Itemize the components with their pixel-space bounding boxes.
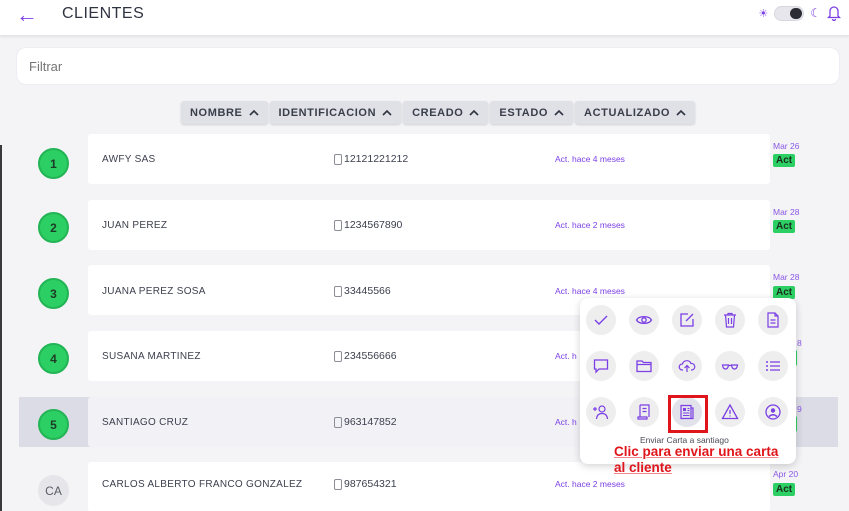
updated-text: Act. hace 4 meses	[555, 286, 625, 296]
id-card-icon	[334, 153, 342, 165]
updated-text: Act. h	[555, 417, 577, 427]
created-date: Mar 28	[773, 272, 800, 282]
sort-label: ACTUALIZADO	[584, 106, 671, 119]
page-title: CLIENTES	[62, 5, 145, 22]
edit-icon[interactable]	[672, 305, 702, 335]
annotation-line-2: al cliente	[614, 460, 672, 475]
client-name: AWFY SAS	[102, 154, 156, 165]
id-card-icon	[334, 478, 342, 490]
status-badge: Act	[773, 220, 796, 233]
theme-toggle[interactable]	[774, 5, 805, 21]
moon-icon[interactable]: ☾	[810, 6, 821, 20]
sort-bar: NOMBRE IDENTIFICACION CREADO ESTADO ACTU…	[181, 101, 696, 124]
client-id: 963147852	[334, 416, 397, 428]
sort-actualizado-button[interactable]: ACTUALIZADO	[575, 101, 696, 124]
back-arrow-icon[interactable]: ←	[16, 2, 38, 28]
client-name: SUSANA MARTINEZ	[102, 351, 201, 362]
folder-icon[interactable]	[629, 351, 659, 381]
top-icons: ☀ ☾	[758, 4, 841, 22]
sort-label: IDENTIFICACION	[278, 106, 377, 119]
caret-up-icon	[248, 109, 259, 116]
sort-estado-button[interactable]: ESTADO	[490, 101, 574, 124]
status-badge: Act	[773, 483, 796, 496]
created-date: Mar 26	[773, 141, 800, 151]
warning-icon[interactable]	[715, 397, 745, 427]
updated-text: Act. hace 2 meses	[555, 479, 625, 489]
filter-box[interactable]	[16, 47, 840, 85]
cloud-upload-icon[interactable]	[672, 351, 702, 381]
client-name: SANTIAGO CRUZ	[102, 417, 189, 428]
sort-creado-button[interactable]: CREADO	[403, 101, 489, 124]
id-card-icon	[334, 285, 342, 297]
sun-icon[interactable]: ☀	[758, 7, 768, 20]
id-card-icon	[334, 416, 342, 428]
client-id-value: 963147852	[344, 416, 397, 428]
receipt-icon[interactable]	[629, 397, 659, 427]
created-date: 8	[797, 338, 802, 348]
updated-text: Act. h	[555, 351, 577, 361]
chat-icon[interactable]	[586, 351, 616, 381]
created-date: Mar 28	[773, 207, 800, 217]
created-date: 9	[797, 404, 802, 414]
client-name: JUANA PEREZ SOSA	[102, 286, 206, 297]
list-icon[interactable]	[758, 351, 788, 381]
status-badge: Act	[773, 154, 796, 167]
annotation-line-1: Clic para enviar una carta	[614, 444, 779, 459]
sort-label: ESTADO	[499, 106, 549, 119]
sort-identificacion-button[interactable]: IDENTIFICACION	[269, 101, 402, 124]
row-number-badge: 4	[38, 343, 69, 374]
client-id: 1234567890	[334, 219, 402, 231]
eye-icon[interactable]	[629, 305, 659, 335]
caret-up-icon	[382, 109, 392, 116]
client-id: 987654321	[334, 478, 397, 490]
client-name: JUAN PEREZ	[102, 220, 168, 231]
client-id-value: 1234567890	[344, 219, 403, 231]
client-id-value: 234556666	[344, 350, 397, 362]
row-number-badge: 2	[38, 212, 69, 243]
client-id-value: 12121221212	[344, 153, 409, 165]
id-card-icon	[334, 219, 342, 231]
trash-icon[interactable]	[715, 305, 745, 335]
avatar-initials: CA	[38, 475, 69, 506]
client-id-value: 987654321	[344, 478, 397, 490]
caret-up-icon	[676, 109, 686, 116]
row-number-badge: 3	[38, 278, 69, 309]
id-card-icon	[334, 350, 342, 362]
client-name: CARLOS ALBERTO FRANCO GONZALEZ	[102, 479, 303, 490]
client-id-value: 33445566	[344, 285, 391, 297]
user-circle-icon[interactable]	[758, 397, 788, 427]
table-row[interactable]	[88, 200, 770, 250]
add-user-icon[interactable]	[586, 397, 616, 427]
left-edge-line	[0, 145, 2, 511]
bell-icon[interactable]	[827, 4, 841, 22]
sort-label: CREADO	[412, 106, 464, 119]
glasses-icon[interactable]	[715, 351, 745, 381]
client-id: 234556666	[334, 350, 397, 362]
row-number-badge: 5	[38, 409, 69, 440]
client-id: 12121221212	[334, 153, 408, 165]
sort-nombre-button[interactable]: NOMBRE	[181, 101, 268, 124]
check-icon[interactable]	[586, 305, 616, 335]
client-id: 33445566	[334, 285, 391, 297]
highlight-box	[668, 395, 708, 433]
table-row[interactable]	[88, 134, 770, 184]
updated-text: Act. hace 4 meses	[555, 154, 625, 164]
sort-label: NOMBRE	[190, 106, 243, 119]
annotation-note: Clic para enviar una carta al cliente	[614, 444, 804, 476]
toggle-knob	[790, 7, 803, 19]
caret-up-icon	[554, 109, 564, 116]
document-icon[interactable]	[758, 305, 788, 335]
actions-popup: Enviar Carta a santiago	[580, 298, 796, 464]
updated-text: Act. hace 2 meses	[555, 220, 625, 230]
filter-input[interactable]	[29, 59, 827, 74]
caret-up-icon	[469, 109, 479, 116]
row-number-badge: 1	[38, 148, 69, 179]
top-bar: ← CLIENTES ☀ ☾	[0, 0, 849, 36]
